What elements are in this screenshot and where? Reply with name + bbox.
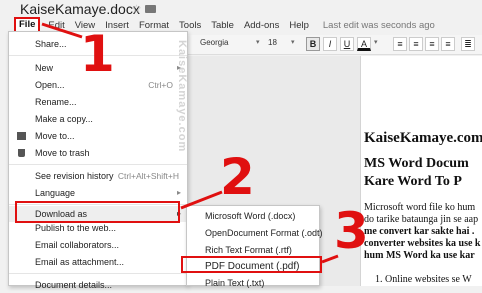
annotation-arrows (41, 22, 339, 264)
step-number-2: 2 (220, 148, 255, 206)
arrow-line-2 (180, 190, 223, 210)
step-number-1: 1 (80, 25, 115, 83)
step-number-3: 3 (334, 202, 369, 260)
arrow-line-1 (41, 22, 83, 39)
